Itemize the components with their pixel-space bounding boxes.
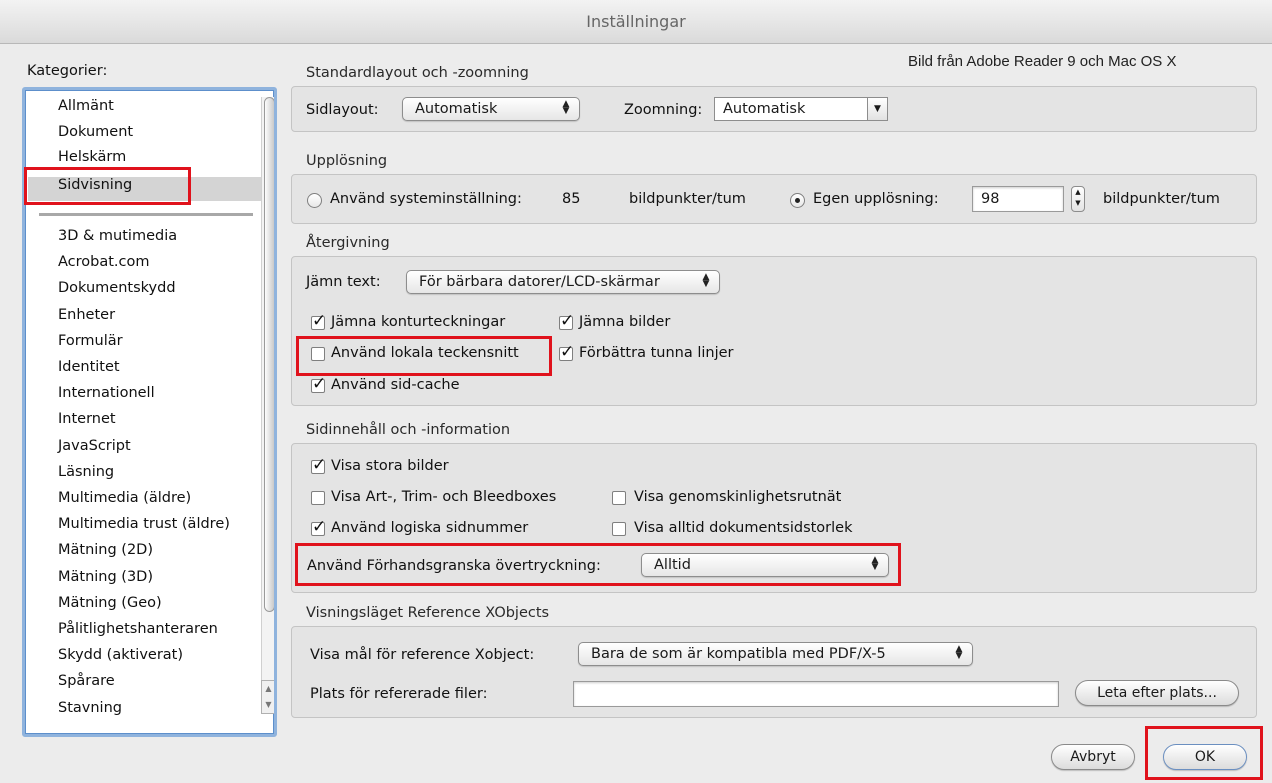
- checkmark-icon: ✓: [312, 455, 327, 475]
- checkmark-icon: ✓: [560, 311, 575, 331]
- checkbox-smooth-images[interactable]: ✓: [559, 311, 574, 331]
- transparency-grid-label: Visa genomskinlighetsrutnät: [634, 489, 842, 505]
- referenced-files-label: Plats för refererade filer:: [310, 686, 488, 702]
- category-item[interactable]: Mätning (Geo): [58, 595, 162, 611]
- zoom-label: Zoomning:: [624, 102, 703, 118]
- checkbox-art-trim-bleed[interactable]: [311, 491, 325, 505]
- referenced-files-input[interactable]: [573, 681, 1059, 707]
- category-item[interactable]: Skydd (aktiverat): [58, 647, 183, 663]
- radio-system-resolution[interactable]: [307, 193, 322, 208]
- category-item[interactable]: Dokumentskydd: [58, 280, 176, 296]
- system-resolution-label: Använd systeminställning:: [330, 191, 522, 207]
- category-item[interactable]: Internet: [58, 411, 116, 427]
- highlight-sidvisning: [24, 167, 191, 205]
- xobject-target-label: Visa mål för reference Xobject:: [310, 647, 535, 663]
- browse-location-button[interactable]: Leta efter plats...: [1075, 680, 1239, 706]
- zoom-value: Automatisk: [723, 101, 806, 117]
- smooth-images-label: Jämna bilder: [579, 314, 671, 330]
- category-item[interactable]: Internationell: [58, 385, 155, 401]
- custom-resolution-unit: bildpunkter/tum: [1103, 191, 1220, 207]
- smooth-text-popup[interactable]: För bärbara datorer/LCD-skärmar ▲ ▼: [406, 270, 720, 294]
- category-item-helskarm[interactable]: Helskärm: [58, 149, 126, 165]
- checkbox-smooth-line-art[interactable]: ✓: [311, 311, 326, 331]
- category-item[interactable]: Läsning: [58, 464, 114, 480]
- checkbox-transparency-grid[interactable]: [612, 491, 626, 505]
- updown-arrows-icon: ▲ ▼: [702, 272, 710, 289]
- category-item[interactable]: Mätning (2D): [58, 542, 153, 558]
- category-item[interactable]: Multimedia trust (äldre): [58, 516, 230, 532]
- highlight-ok: [1145, 726, 1263, 780]
- enhance-thin-lines-label: Förbättra tunna linjer: [579, 345, 734, 361]
- category-separator: [39, 213, 253, 216]
- custom-resolution-input[interactable]: 98: [972, 186, 1064, 212]
- group-title-page-content: Sidinnehåll och -information: [306, 422, 511, 438]
- custom-resolution-label: Egen upplösning:: [813, 191, 939, 207]
- scrollbar-thumb[interactable]: [264, 97, 274, 612]
- smooth-line-art-label: Jämna konturteckningar: [331, 314, 506, 330]
- smooth-text-value: För bärbara datorer/LCD-skärmar: [419, 274, 660, 290]
- group-title-rendering: Återgivning: [306, 235, 390, 251]
- group-title-resolution: Upplösning: [306, 153, 388, 169]
- page-layout-popup[interactable]: Automatisk ▲ ▼: [402, 97, 580, 121]
- checkmark-icon: ✓: [312, 311, 327, 331]
- category-item-dokument[interactable]: Dokument: [58, 124, 133, 140]
- system-resolution-unit: bildpunkter/tum: [629, 191, 746, 207]
- dropdown-arrow-icon[interactable]: ▼: [867, 98, 887, 120]
- category-item[interactable]: Mätning (3D): [58, 569, 153, 585]
- category-item[interactable]: Spårare: [58, 673, 115, 689]
- cancel-button[interactable]: Avbryt: [1051, 744, 1135, 770]
- sidebar-label: Kategorier:: [27, 63, 108, 79]
- highlight-overprint: [295, 543, 901, 586]
- page-layout-label: Sidlayout:: [306, 102, 379, 118]
- checkmark-icon: ✓: [312, 374, 327, 394]
- scroll-arrows[interactable]: ▲ ▼: [261, 680, 274, 714]
- category-item[interactable]: Stavning: [58, 700, 122, 716]
- image-caption: Bild från Adobe Reader 9 och Mac OS X: [908, 53, 1177, 70]
- page-layout-value: Automatisk: [415, 101, 498, 117]
- document-page-size-label: Visa alltid dokumentsidstorlek: [634, 520, 853, 536]
- smooth-text-label: Jämn text:: [306, 274, 381, 290]
- category-item[interactable]: Formulär: [58, 333, 123, 349]
- category-item-allmant[interactable]: Allmänt: [58, 98, 114, 114]
- category-item[interactable]: 3D & mutimedia: [58, 228, 177, 244]
- logical-page-numbers-label: Använd logiska sidnummer: [331, 520, 529, 536]
- window-title: Inställningar: [0, 0, 1272, 44]
- checkmark-icon: ✓: [560, 342, 575, 362]
- checkbox-page-cache[interactable]: ✓: [311, 374, 326, 394]
- zoom-combo[interactable]: Automatisk ▼: [714, 97, 888, 121]
- updown-arrows-icon: ▲ ▼: [562, 99, 570, 116]
- group-title-layout: Standardlayout och -zoomning: [306, 65, 529, 81]
- xobject-target-value: Bara de som är kompatibla med PDF/X-5: [591, 646, 886, 662]
- category-item[interactable]: Acrobat.com: [58, 254, 150, 270]
- group-title-xobjects: Visningsläget Reference XObjects: [306, 605, 550, 621]
- checkbox-large-images[interactable]: ✓: [311, 455, 326, 475]
- art-trim-bleed-label: Visa Art-, Trim- och Bleedboxes: [331, 489, 557, 505]
- checkmark-icon: ✓: [312, 517, 327, 537]
- xobject-target-popup[interactable]: Bara de som är kompatibla med PDF/X-5 ▲ ▼: [578, 642, 973, 666]
- category-item[interactable]: JavaScript: [58, 438, 131, 454]
- page-cache-label: Använd sid-cache: [331, 377, 460, 393]
- category-item[interactable]: Pålitlighetshanteraren: [58, 621, 218, 637]
- large-images-label: Visa stora bilder: [331, 458, 449, 474]
- resolution-stepper[interactable]: ▲ ▼: [1071, 186, 1085, 212]
- checkbox-enhance-thin-lines[interactable]: ✓: [559, 342, 574, 362]
- updown-arrows-icon: ▲ ▼: [955, 644, 963, 661]
- category-item[interactable]: Multimedia (äldre): [58, 490, 191, 506]
- radio-custom-resolution[interactable]: [790, 193, 805, 208]
- category-item[interactable]: Identitet: [58, 359, 120, 375]
- system-resolution-value: 85: [562, 191, 581, 207]
- checkbox-document-page-size[interactable]: [612, 522, 626, 536]
- category-item[interactable]: Enheter: [58, 307, 115, 323]
- highlight-local-fonts: [296, 336, 552, 376]
- checkbox-logical-page-numbers[interactable]: ✓: [311, 517, 326, 537]
